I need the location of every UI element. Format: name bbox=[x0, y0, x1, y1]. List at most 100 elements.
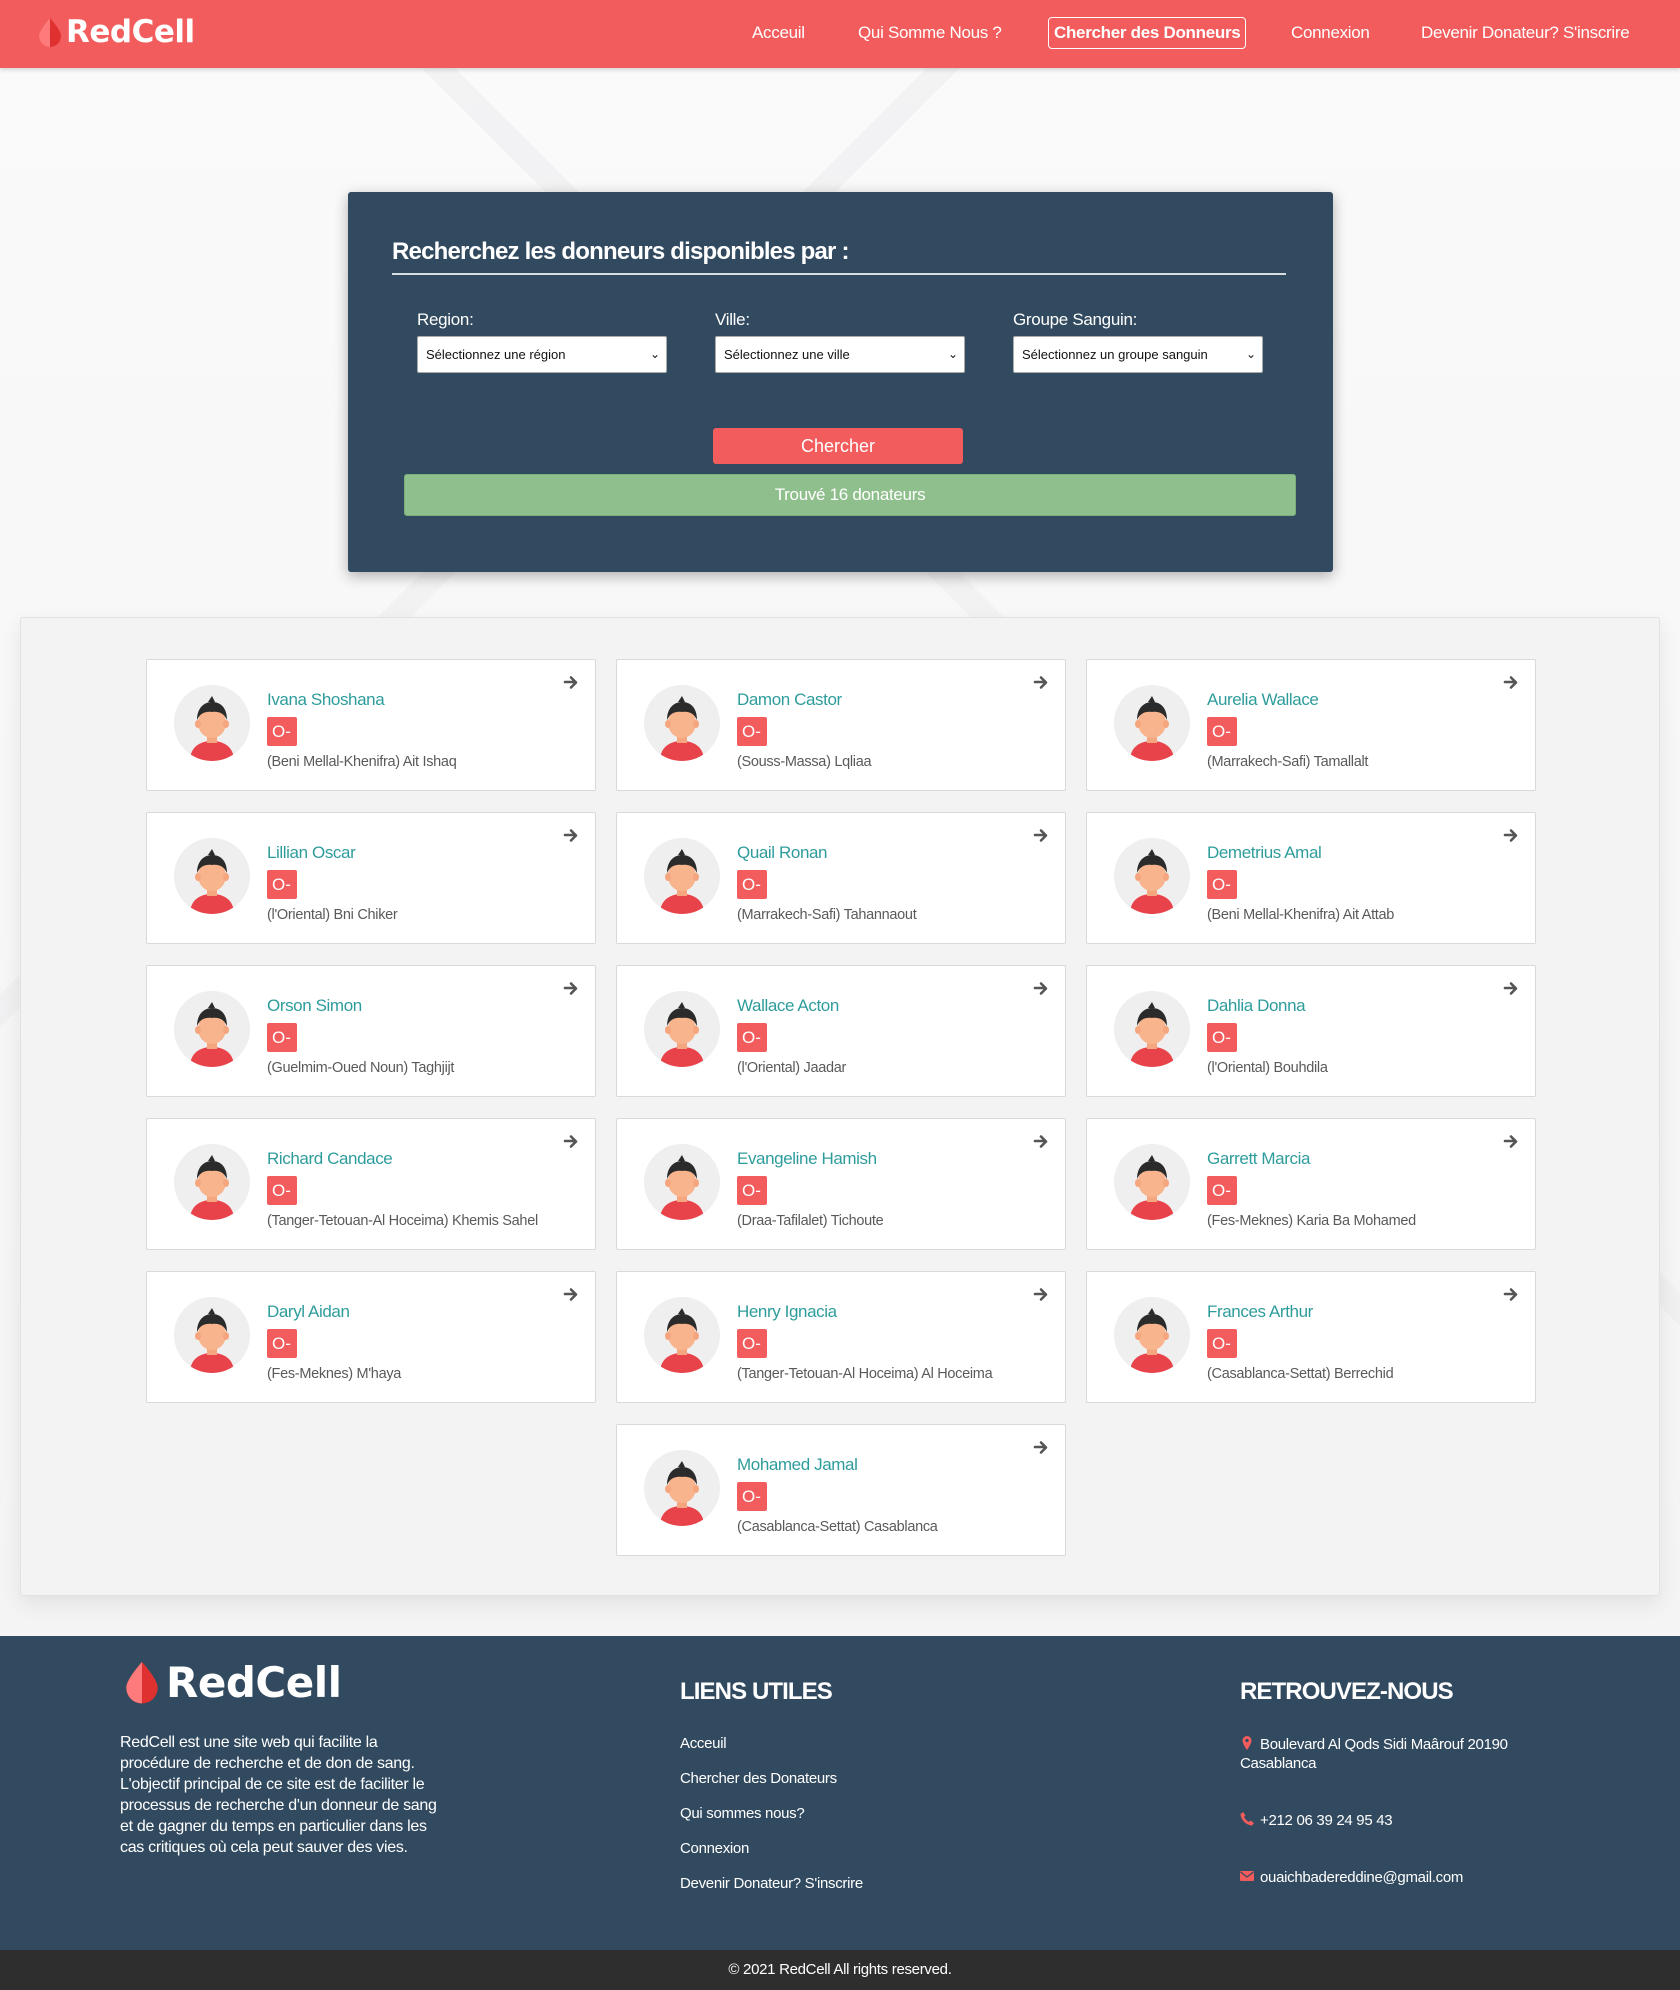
groupe-sanguin-label: Groupe Sanguin: bbox=[1013, 310, 1138, 329]
donor-card[interactable]: Frances Arthur O- (Casablanca-Settat) Berr… bbox=[1086, 1271, 1536, 1403]
footer-email-text: ouaichbadereddine@gmail.com bbox=[1260, 1869, 1464, 1886]
footer-phone: +212 06 39 24 95 43 bbox=[1240, 1811, 1393, 1830]
arrow-right-icon[interactable] bbox=[563, 674, 581, 692]
arrow-right-icon[interactable] bbox=[563, 1133, 581, 1151]
arrow-right-icon[interactable] bbox=[1503, 674, 1521, 692]
user-avatar-icon bbox=[644, 991, 720, 1067]
blood-group-badge: O- bbox=[1207, 1329, 1237, 1358]
blood-group-badge: O- bbox=[267, 1176, 297, 1205]
blood-group-badge: O- bbox=[1207, 870, 1237, 899]
donor-card[interactable]: Garrett Marcia O- (Fes-Meknes) Karia Ba Mo… bbox=[1086, 1118, 1536, 1250]
arrow-right-icon[interactable] bbox=[1503, 980, 1521, 998]
donor-location: (Casablanca-Settat) Casablanca bbox=[737, 1519, 938, 1535]
user-avatar-icon bbox=[174, 685, 250, 761]
donor-card[interactable]: Quail Ronan O- (Marrakech-Safi) Tahannaout bbox=[616, 812, 1066, 944]
search-panel: Recherchez les donneurs disponibles par … bbox=[348, 192, 1333, 572]
arrow-right-icon[interactable] bbox=[1503, 1286, 1521, 1304]
donor-name[interactable]: Ivana Shoshana bbox=[267, 690, 385, 710]
blood-group-badge: O- bbox=[1207, 1023, 1237, 1052]
donor-name[interactable]: Lillian Oscar bbox=[267, 843, 356, 863]
donor-card[interactable]: Demetrius Amal O- (Beni Mellal-Khenifra) A… bbox=[1086, 812, 1536, 944]
donor-name[interactable]: Garrett Marcia bbox=[1207, 1149, 1310, 1169]
nav-link-chercher-donneurs[interactable]: Chercher des Donneurs bbox=[1048, 17, 1247, 49]
blood-group-badge: O- bbox=[267, 1023, 297, 1052]
arrow-right-icon[interactable] bbox=[1033, 827, 1051, 845]
donor-card[interactable]: Lillian Oscar O- (l'Oriental) Bni Chiker bbox=[146, 812, 596, 944]
donor-name[interactable]: Demetrius Amal bbox=[1207, 843, 1322, 863]
footer-link-qui-sommes-nous[interactable]: Qui sommes nous? bbox=[680, 1805, 805, 1822]
arrow-right-icon[interactable] bbox=[1033, 674, 1051, 692]
arrow-right-icon[interactable] bbox=[1033, 1439, 1051, 1457]
donor-card[interactable]: Orson Simon O- (Guelmim-Oued Noun) Taghjij… bbox=[146, 965, 596, 1097]
blood-group-badge: O- bbox=[737, 1329, 767, 1358]
user-avatar-icon bbox=[644, 685, 720, 761]
blood-group-badge: O- bbox=[737, 1482, 767, 1511]
title-divider bbox=[392, 273, 1286, 275]
blood-group-badge: O- bbox=[267, 1329, 297, 1358]
nav-link-acceuil[interactable]: Acceuil bbox=[752, 17, 805, 49]
arrow-right-icon[interactable] bbox=[1033, 1286, 1051, 1304]
region-select[interactable]: Sélectionnez une région ⌄ bbox=[417, 336, 667, 373]
donor-name[interactable]: Orson Simon bbox=[267, 996, 362, 1016]
arrow-right-icon[interactable] bbox=[563, 980, 581, 998]
user-avatar-icon bbox=[644, 1297, 720, 1373]
footer-links-heading: LIENS UTILES bbox=[680, 1678, 833, 1705]
donor-card[interactable]: Richard Candace O- (Tanger-Tetouan-Al Hoce… bbox=[146, 1118, 596, 1250]
blood-group-badge: O- bbox=[737, 870, 767, 899]
ville-select[interactable]: Sélectionnez une ville ⌄ bbox=[715, 336, 965, 373]
arrow-right-icon[interactable] bbox=[1033, 980, 1051, 998]
donor-card[interactable]: Damon Castor O- (Souss-Massa) Lqliaa bbox=[616, 659, 1066, 791]
user-avatar-icon bbox=[644, 838, 720, 914]
donor-name[interactable]: Quail Ronan bbox=[737, 843, 828, 863]
footer-link-devenir-donateur[interactable]: Devenir Donateur? S'inscrire bbox=[680, 1875, 863, 1892]
user-avatar-icon bbox=[1114, 685, 1190, 761]
donor-card[interactable]: Evangeline Hamish O- (Draa-Tafilalet) Tich… bbox=[616, 1118, 1066, 1250]
nav-link-connexion[interactable]: Connexion bbox=[1291, 17, 1370, 49]
donor-card[interactable]: Dahlia Donna O- (l'Oriental) Bouhdila bbox=[1086, 965, 1536, 1097]
donor-card[interactable]: Aurelia Wallace O- (Marrakech-Safi) Tamall… bbox=[1086, 659, 1536, 791]
donor-card[interactable]: Mohamed Jamal O- (Casablanca-Settat) Casab… bbox=[616, 1424, 1066, 1556]
blood-group-badge: O- bbox=[1207, 717, 1237, 746]
donor-name[interactable]: Mohamed Jamal bbox=[737, 1455, 858, 1475]
region-select-value: Sélectionnez une région bbox=[426, 347, 566, 362]
footer-email[interactable]: ouaichbadereddine@gmail.com bbox=[1240, 1868, 1463, 1887]
donor-card[interactable]: Daryl Aidan O- (Fes-Meknes) M'haya bbox=[146, 1271, 596, 1403]
envelope-icon bbox=[1240, 1871, 1254, 1881]
donor-location: (Marrakech-Safi) Tahannaout bbox=[737, 907, 917, 923]
donor-name[interactable]: Daryl Aidan bbox=[267, 1302, 350, 1322]
donor-card[interactable]: Ivana Shoshana O- (Beni Mellal-Khenifra) A… bbox=[146, 659, 596, 791]
donor-location: (Tanger-Tetouan-Al Hoceima) Khemis Sahel bbox=[267, 1213, 538, 1229]
donor-location: (Casablanca-Settat) Berrechid bbox=[1207, 1366, 1394, 1382]
donor-name[interactable]: Henry Ignacia bbox=[737, 1302, 837, 1322]
donor-name[interactable]: Aurelia Wallace bbox=[1207, 690, 1319, 710]
donor-results: Ivana Shoshana O- (Beni Mellal-Khenifra) A… bbox=[20, 617, 1660, 1596]
donor-location: (Marrakech-Safi) Tamallalt bbox=[1207, 754, 1369, 770]
footer-link-chercher-donateurs[interactable]: Chercher des Donateurs bbox=[680, 1770, 837, 1787]
donor-name[interactable]: Frances Arthur bbox=[1207, 1302, 1313, 1322]
arrow-right-icon[interactable] bbox=[1033, 1133, 1051, 1151]
footer-phone-text: +212 06 39 24 95 43 bbox=[1260, 1812, 1393, 1829]
donor-name[interactable]: Wallace Acton bbox=[737, 996, 839, 1016]
nav-link-qui-somme-nous[interactable]: Qui Somme Nous ? bbox=[858, 17, 1002, 49]
footer-brand-name: RedCell bbox=[166, 1657, 342, 1707]
blood-group-badge: O- bbox=[737, 717, 767, 746]
user-avatar-icon bbox=[174, 838, 250, 914]
donor-location: (l'Oriental) Bni Chiker bbox=[267, 907, 398, 923]
search-button[interactable]: Chercher bbox=[713, 428, 963, 464]
groupe-sanguin-select[interactable]: Sélectionnez un groupe sanguin ⌄ bbox=[1013, 336, 1263, 373]
footer-link-acceuil[interactable]: Acceuil bbox=[680, 1735, 727, 1752]
donor-card[interactable]: Henry Ignacia O- (Tanger-Tetouan-Al Hoceim… bbox=[616, 1271, 1066, 1403]
nav-link-devenir-donateur[interactable]: Devenir Donateur? S'inscrire bbox=[1421, 17, 1630, 49]
donor-name[interactable]: Richard Candace bbox=[267, 1149, 393, 1169]
donor-name[interactable]: Dahlia Donna bbox=[1207, 996, 1306, 1016]
donor-name[interactable]: Damon Castor bbox=[737, 690, 842, 710]
arrow-right-icon[interactable] bbox=[1503, 1133, 1521, 1151]
donor-name[interactable]: Evangeline Hamish bbox=[737, 1149, 877, 1169]
arrow-right-icon[interactable] bbox=[1503, 827, 1521, 845]
user-avatar-icon bbox=[644, 1144, 720, 1220]
donor-card[interactable]: Wallace Acton O- (l'Oriental) Jaadar bbox=[616, 965, 1066, 1097]
region-label: Region: bbox=[417, 310, 474, 329]
arrow-right-icon[interactable] bbox=[563, 827, 581, 845]
arrow-right-icon[interactable] bbox=[563, 1286, 581, 1304]
footer-link-connexion[interactable]: Connexion bbox=[680, 1840, 749, 1857]
